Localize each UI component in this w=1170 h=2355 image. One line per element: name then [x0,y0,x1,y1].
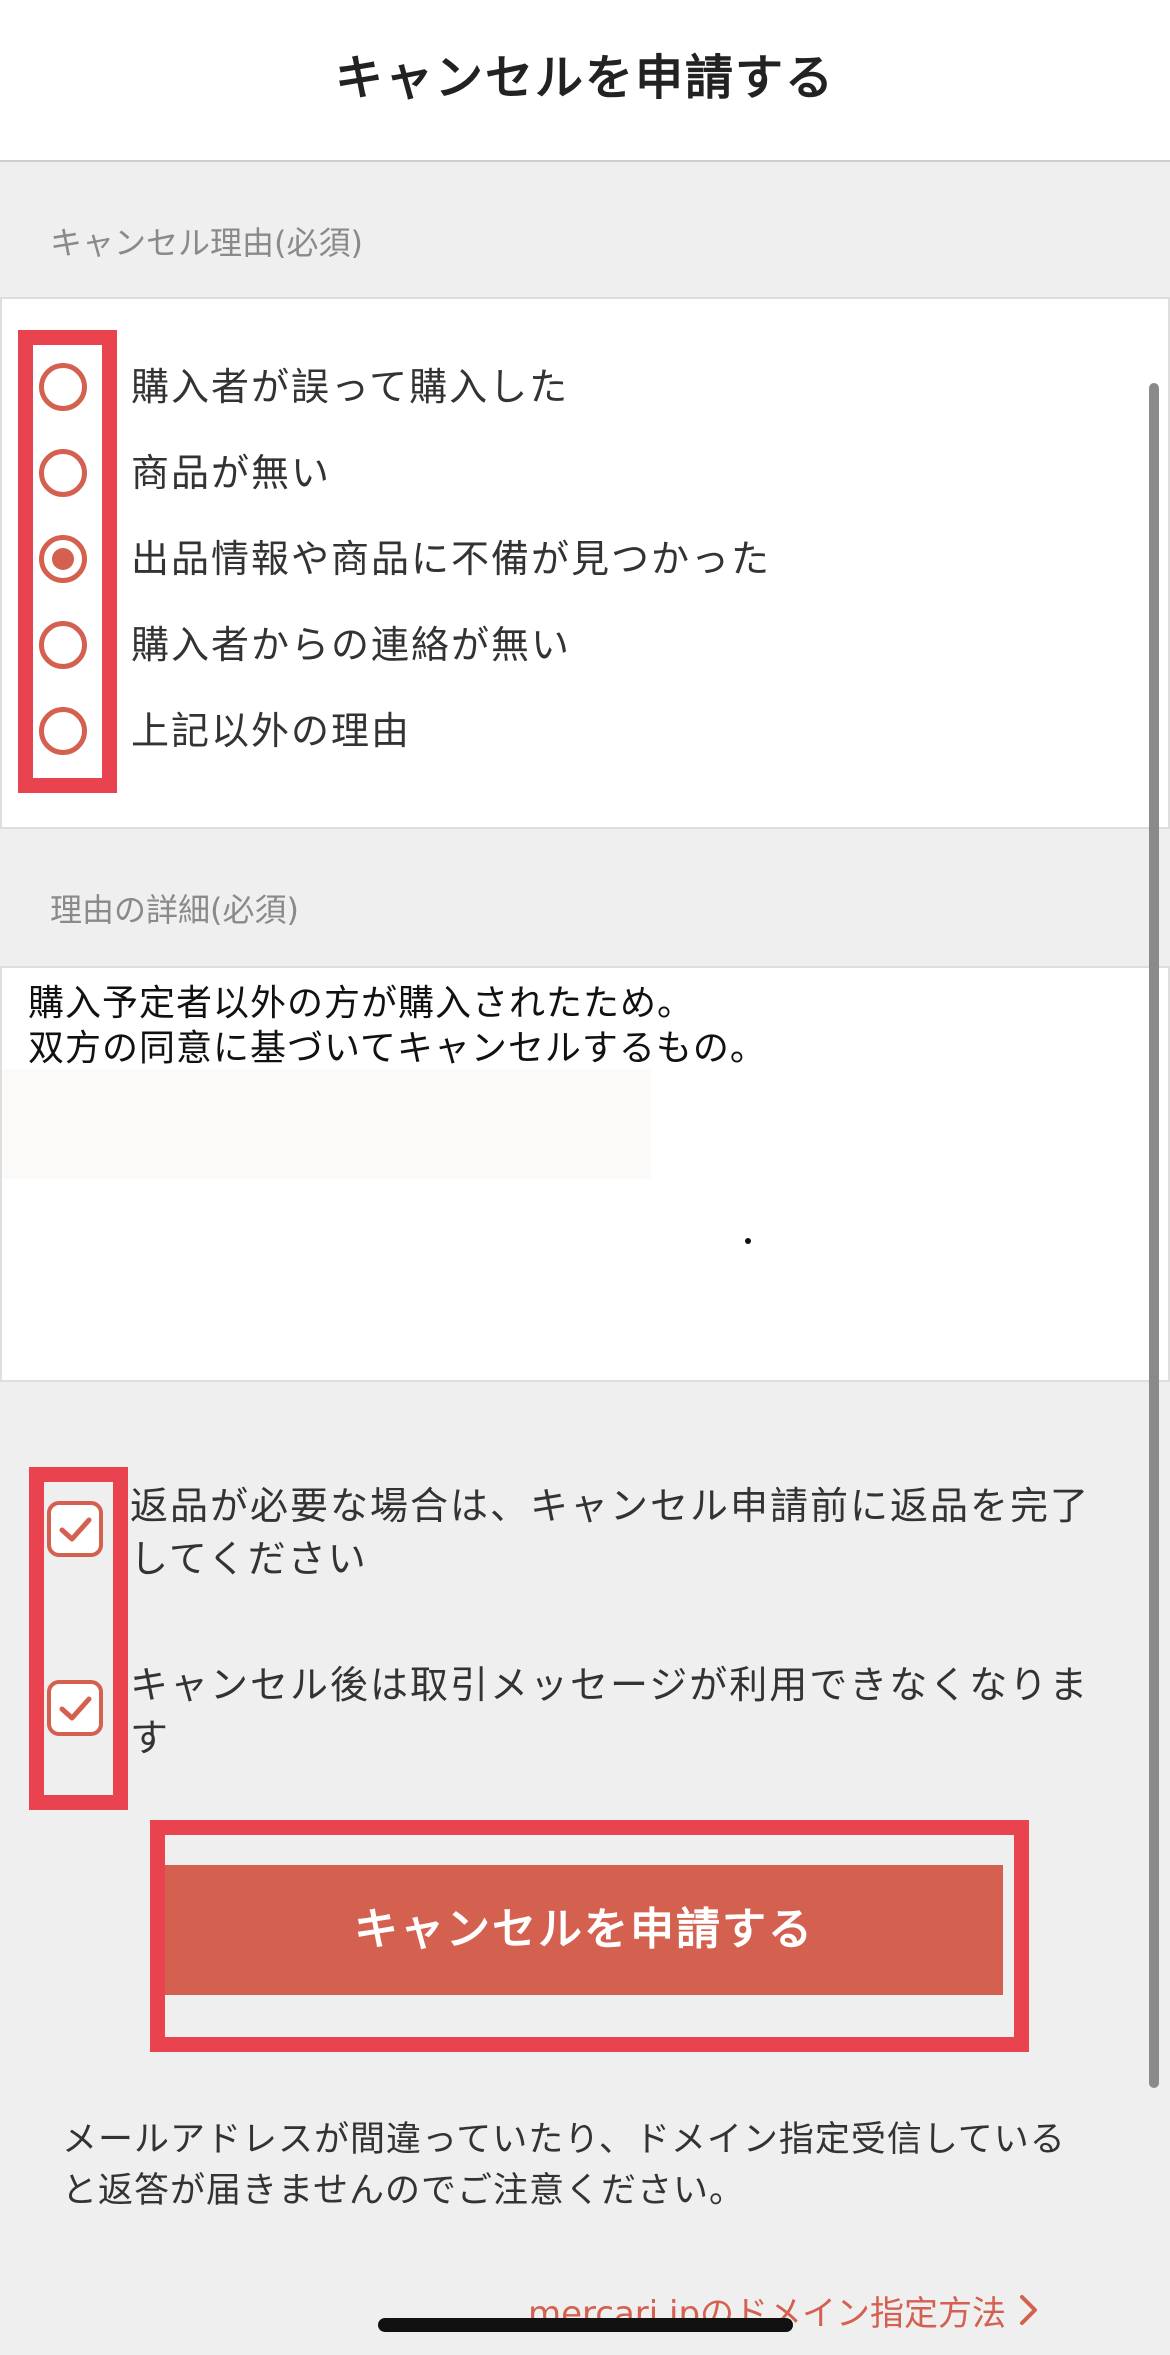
reason-option-no-item[interactable]: 商品が無い [2,430,1102,516]
checkmark-icon [59,1517,92,1542]
stray-dot [745,1238,751,1244]
checkbox-icon[interactable] [47,1501,103,1557]
confirmation-text: 返品が必要な場合は、キャンセル申請前に返品を完了 してください [130,1484,1091,1581]
page-title: キャンセルを申請する [334,50,835,106]
checkbox-icon[interactable] [47,1680,103,1736]
reason-option-label: 商品が無い [131,451,332,495]
reason-detail-textarea[interactable]: 購入予定者以外の方が購入されたため。 双方の同意に基づいてキャンセルするもの。 [0,966,1170,1382]
reason-option-label: 購入者が誤って購入した [131,365,570,409]
reason-option-no-contact[interactable]: 購入者からの連絡が無い [2,602,1102,688]
radio-icon[interactable] [39,363,87,411]
reason-option-label: 上記以外の理由 [131,709,412,753]
confirmation-item-messages[interactable]: キャンセル後は取引メッセージが利用できなくなりま す [0,1649,1120,1769]
cancel-request-screen: キャンセルを申請する キャンセル理由(必須) 購入者が誤って購入した 商品が無い… [0,0,1170,2355]
reason-section-label: キャンセル理由(必須) [50,224,363,262]
home-indicator[interactable] [378,2318,793,2332]
reason-detail-text: 購入予定者以外の方が購入されたため。 双方の同意に基づいてキャンセルするもの。 [28,983,767,1069]
reason-option-other[interactable]: 上記以外の理由 [2,688,1102,774]
radio-icon[interactable] [39,449,87,497]
reason-option-label: 購入者からの連絡が無い [131,623,572,667]
radio-icon[interactable] [39,621,87,669]
reason-option-listing-defect[interactable]: 出品情報や商品に不備が見つかった [2,516,1102,602]
submit-cancel-request-button[interactable]: キャンセルを申請する [165,1865,1003,1995]
reason-option-mistaken-purchase[interactable]: 購入者が誤って購入した [2,344,1102,430]
header: キャンセルを申請する [0,0,1170,162]
confirmation-item-return[interactable]: 返品が必要な場合は、キャンセル申請前に返品を完了 してください [0,1470,1120,1590]
confirmation-text: キャンセル後は取引メッセージが利用できなくなりま す [130,1663,1090,1760]
detail-section-label: 理由の詳細(必須) [50,891,299,929]
reason-option-label: 出品情報や商品に不備が見つかった [131,537,772,581]
scrollbar[interactable] [1149,383,1159,2088]
textarea-shade [2,1069,651,1179]
chevron-right-icon [1020,2295,1038,2325]
radio-icon[interactable] [39,535,87,583]
checkmark-icon [59,1696,92,1721]
email-notice-text: メールアドレスが間違っていたり、ドメイン指定受信している と返答が届きませんので… [62,2120,1066,2211]
radio-icon[interactable] [39,707,87,755]
reason-radio-group: 購入者が誤って購入した 商品が無い 出品情報や商品に不備が見つかった 購入者から… [0,297,1170,829]
